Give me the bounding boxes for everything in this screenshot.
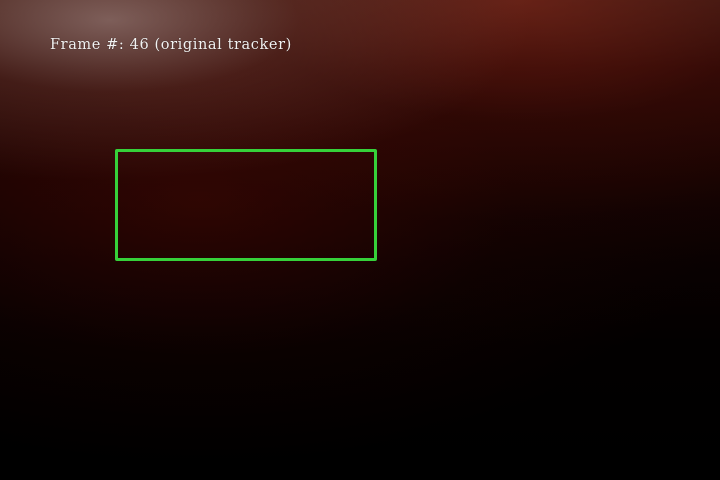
frame-counter-label: Frame #: 46 (original tracker) xyxy=(50,37,292,53)
video-frame: Frame #: 46 (original tracker) xyxy=(0,0,720,480)
tracker-bounding-box xyxy=(115,149,377,261)
